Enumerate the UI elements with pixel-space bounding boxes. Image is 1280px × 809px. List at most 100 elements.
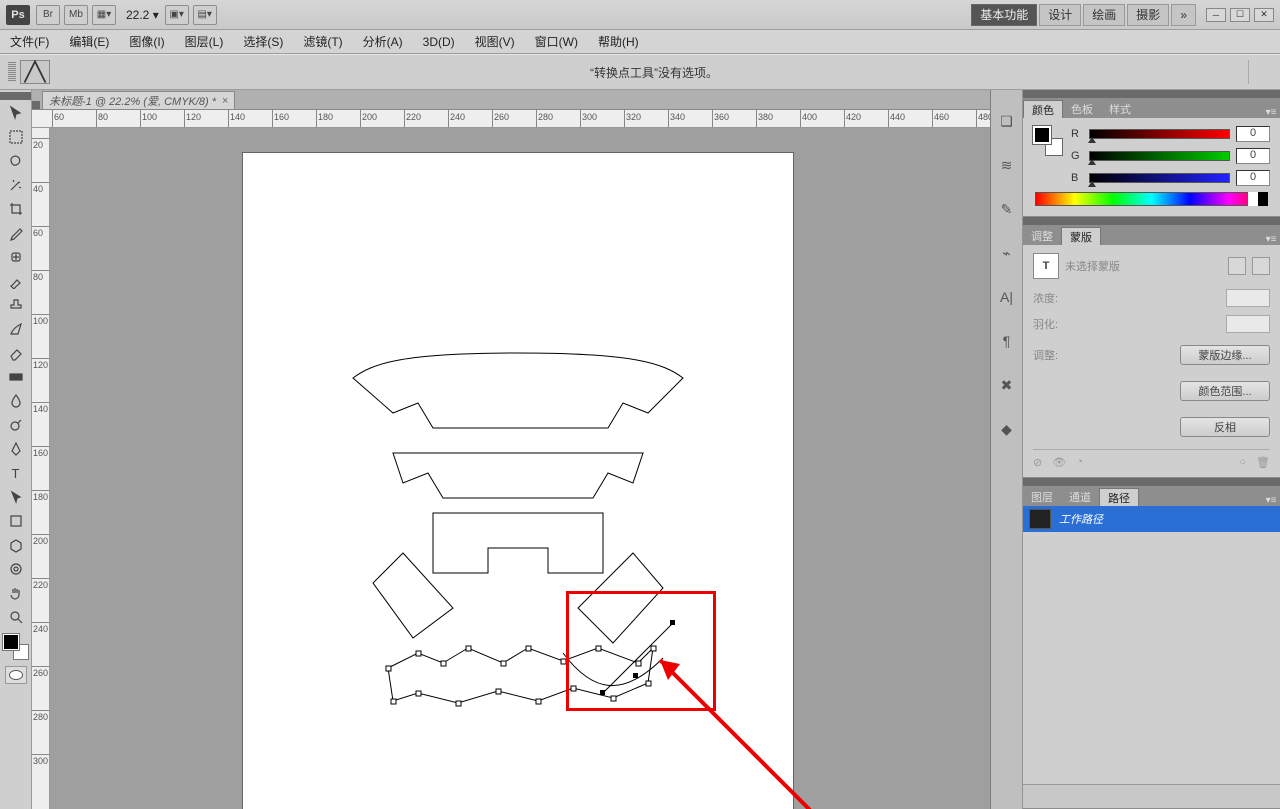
- quickmask-toggle[interactable]: [5, 666, 27, 684]
- zoom-tool[interactable]: [4, 606, 28, 628]
- canvas-viewport[interactable]: [50, 128, 990, 809]
- window-maximize-icon[interactable]: ☐: [1230, 8, 1250, 22]
- window-close-icon[interactable]: ✕: [1254, 8, 1274, 22]
- screen-mode-button[interactable]: ▣▾: [165, 5, 189, 25]
- panel-menu-icon[interactable]: ▾≡: [1262, 495, 1280, 506]
- crop-tool[interactable]: [4, 198, 28, 220]
- para-panel-icon[interactable]: ¶: [996, 330, 1018, 352]
- menu-file[interactable]: 文件(F): [10, 33, 49, 50]
- view-mask-icon[interactable]: 👁: [1052, 456, 1066, 469]
- pen-tool[interactable]: [4, 438, 28, 460]
- options-handle[interactable]: [8, 62, 16, 82]
- move-tool[interactable]: [4, 102, 28, 124]
- workspace-photo[interactable]: 摄影: [1127, 4, 1169, 26]
- vector-mask-icon[interactable]: [1252, 257, 1270, 275]
- actions-panel-icon[interactable]: ≋: [996, 154, 1018, 176]
- menu-select[interactable]: 选择(S): [243, 33, 283, 50]
- mask-edge-button[interactable]: 蒙版边缘...: [1180, 345, 1270, 365]
- density-value[interactable]: [1226, 289, 1270, 307]
- feather-value[interactable]: [1226, 315, 1270, 333]
- panel-menu-icon[interactable]: ▾≡: [1262, 234, 1280, 245]
- menu-window[interactable]: 窗口(W): [535, 33, 578, 50]
- g-slider[interactable]: [1089, 151, 1230, 161]
- clone-panel-icon[interactable]: ⌁: [996, 242, 1018, 264]
- close-tab-icon[interactable]: ×: [222, 95, 228, 107]
- document-tab[interactable]: 未标题-1 @ 22.2% (爱, CMYK/8) * ×: [42, 91, 235, 109]
- delete-mask-icon[interactable]: 🗑: [1256, 456, 1270, 469]
- hand-tool[interactable]: [4, 582, 28, 604]
- 3d-tool[interactable]: [4, 534, 28, 556]
- type-tool[interactable]: T: [4, 462, 28, 484]
- doc-handle[interactable]: [32, 101, 40, 109]
- tab-masks[interactable]: 蒙版: [1061, 227, 1101, 245]
- window-minimize-icon[interactable]: ─: [1206, 8, 1226, 22]
- r-slider[interactable]: [1089, 129, 1230, 139]
- gradient-tool[interactable]: [4, 366, 28, 388]
- wand-tool[interactable]: [4, 174, 28, 196]
- color-range-button[interactable]: 颜色范围...: [1180, 381, 1270, 401]
- menu-edit[interactable]: 编辑(E): [69, 33, 109, 50]
- tools-panel-icon[interactable]: ✖: [996, 374, 1018, 396]
- panel-handle[interactable]: [1023, 90, 1280, 98]
- r-value[interactable]: 0: [1236, 126, 1270, 142]
- ruler-horizontal[interactable]: 6080100120140160180200220240260280300320…: [32, 110, 990, 128]
- current-tool-indicator[interactable]: [20, 60, 50, 84]
- g-value[interactable]: 0: [1236, 148, 1270, 164]
- menu-3d[interactable]: 3D(D): [423, 35, 455, 49]
- mask-thumbnail[interactable]: T: [1033, 253, 1059, 279]
- work-path-row[interactable]: 工作路径: [1023, 506, 1280, 532]
- ruler-vertical[interactable]: 2040608010012014016018020022024026028030…: [32, 128, 50, 809]
- nav-panel-icon[interactable]: ◆: [996, 418, 1018, 440]
- tab-color[interactable]: 颜色: [1023, 100, 1063, 118]
- toolbox-handle[interactable]: [0, 92, 31, 100]
- paths-list-area[interactable]: [1023, 532, 1280, 784]
- panel-menu-icon[interactable]: ▾≡: [1262, 107, 1280, 118]
- arrange-button[interactable]: ▤▾: [193, 5, 217, 25]
- b-slider[interactable]: [1089, 173, 1230, 183]
- brush-tool[interactable]: [4, 270, 28, 292]
- dodge-tool[interactable]: [4, 414, 28, 436]
- layout-menu-button[interactable]: ▦▾: [92, 5, 116, 25]
- menu-filter[interactable]: 滤镜(T): [303, 33, 342, 50]
- stamp-tool[interactable]: [4, 294, 28, 316]
- foreground-color-swatch[interactable]: [3, 634, 19, 650]
- invert-button[interactable]: 反相: [1180, 417, 1270, 437]
- marquee-tool[interactable]: [4, 126, 28, 148]
- tab-channels[interactable]: 通道: [1061, 488, 1099, 506]
- color-swatches[interactable]: [3, 634, 29, 660]
- history-brush-tool[interactable]: [4, 318, 28, 340]
- tab-adjustments[interactable]: 调整: [1023, 227, 1061, 245]
- menu-layer[interactable]: 图层(L): [185, 33, 224, 50]
- workspace-design[interactable]: 设计: [1039, 4, 1081, 26]
- tab-paths[interactable]: 路径: [1099, 488, 1139, 506]
- tab-layers[interactable]: 图层: [1023, 488, 1061, 506]
- healing-tool[interactable]: [4, 246, 28, 268]
- tab-styles[interactable]: 样式: [1101, 100, 1139, 118]
- panel-handle[interactable]: [1023, 478, 1280, 486]
- panel-handle[interactable]: [1023, 217, 1280, 225]
- lasso-tool[interactable]: [4, 150, 28, 172]
- workspace-basic[interactable]: 基本功能: [971, 4, 1037, 26]
- 3d-camera-tool[interactable]: [4, 558, 28, 580]
- menu-analysis[interactable]: 分析(A): [363, 33, 403, 50]
- brush-panel-icon[interactable]: ✎: [996, 198, 1018, 220]
- apply-mask-icon[interactable]: ◔: [1076, 456, 1083, 469]
- shape-tool[interactable]: [4, 510, 28, 532]
- tab-swatches[interactable]: 色板: [1063, 100, 1101, 118]
- char-panel-icon[interactable]: A|: [996, 286, 1018, 308]
- menu-image[interactable]: 图像(I): [129, 33, 164, 50]
- minibridge-button[interactable]: Mb: [64, 5, 88, 25]
- eyedropper-tool[interactable]: [4, 222, 28, 244]
- spectrum-ramp[interactable]: [1035, 192, 1268, 206]
- bridge-button[interactable]: Br: [36, 5, 60, 25]
- color-swatch-pair[interactable]: [1033, 126, 1063, 156]
- history-panel-icon[interactable]: ❏: [996, 110, 1018, 132]
- link-mask-icon[interactable]: ⊘: [1033, 456, 1042, 469]
- path-select-tool[interactable]: [4, 486, 28, 508]
- menu-help[interactable]: 帮助(H): [598, 33, 639, 50]
- b-value[interactable]: 0: [1236, 170, 1270, 186]
- eraser-tool[interactable]: [4, 342, 28, 364]
- blur-tool[interactable]: [4, 390, 28, 412]
- options-dock-well[interactable]: [1248, 60, 1280, 84]
- workspace-more[interactable]: »: [1171, 4, 1196, 26]
